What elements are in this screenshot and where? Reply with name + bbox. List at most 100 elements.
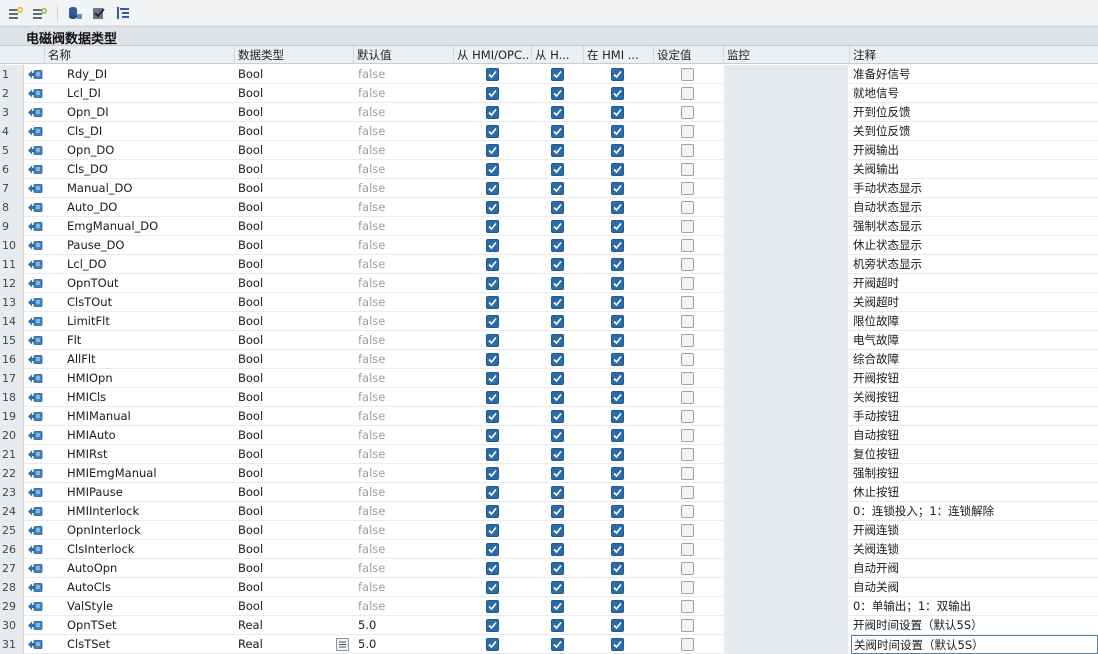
row-number[interactable]: 30 [0, 616, 24, 635]
table-row[interactable]: 2 Lcl_DI Bool false 就地信号 [0, 84, 1098, 103]
var-name[interactable]: OpnInterlock [67, 521, 232, 540]
setpoint-checkbox[interactable] [681, 141, 697, 160]
setpoint-checkbox[interactable] [681, 540, 697, 559]
hmi-h-checkbox[interactable] [551, 65, 567, 84]
hmi-h-checkbox[interactable] [551, 369, 567, 388]
in-hmi-checkbox[interactable] [611, 350, 627, 369]
row-number[interactable]: 25 [0, 521, 24, 540]
in-hmi-checkbox[interactable] [611, 236, 627, 255]
row-number[interactable]: 11 [0, 255, 24, 274]
hmi-h-checkbox[interactable] [551, 597, 567, 616]
table-row[interactable]: 8 Auto_DO Bool false 自动状态显示 [0, 198, 1098, 217]
hmi-h-checkbox[interactable] [551, 331, 567, 350]
hmi-h-checkbox[interactable] [551, 255, 567, 274]
var-datatype[interactable]: Bool [238, 160, 333, 179]
row-number[interactable]: 31 [0, 635, 24, 654]
var-default[interactable]: false [358, 502, 450, 521]
hmi-opc-checkbox[interactable] [486, 635, 502, 654]
in-hmi-checkbox[interactable] [611, 65, 627, 84]
var-comment[interactable]: 手动按钮 [851, 407, 1098, 426]
var-name[interactable]: Lcl_DO [67, 255, 232, 274]
var-comment[interactable]: 0：连锁投入；1：连锁解除 [851, 502, 1098, 521]
var-datatype[interactable]: Bool [238, 331, 333, 350]
table-row[interactable]: 12 OpnTOut Bool false 开阀超时 [0, 274, 1098, 293]
header-hmi-opc[interactable]: 从 HMI/OPC.. [454, 46, 532, 64]
hmi-h-checkbox[interactable] [551, 141, 567, 160]
var-datatype[interactable]: Bool [238, 350, 333, 369]
var-datatype[interactable]: Bool [238, 122, 333, 141]
hmi-opc-checkbox[interactable] [486, 369, 502, 388]
hmi-opc-checkbox[interactable] [486, 407, 502, 426]
var-name[interactable]: OpnTOut [67, 274, 232, 293]
hmi-opc-checkbox[interactable] [486, 464, 502, 483]
table-row[interactable]: 31 ClsTSet Real 5.0 关阀时间设置（默认5S） [0, 635, 1098, 654]
var-datatype[interactable]: Bool [238, 255, 333, 274]
hmi-h-checkbox[interactable] [551, 426, 567, 445]
hmi-h-checkbox[interactable] [551, 236, 567, 255]
table-row[interactable]: 24 HMIInterlock Bool false 0：连锁投入；1：连锁解除 [0, 502, 1098, 521]
row-number[interactable]: 16 [0, 350, 24, 369]
table-row[interactable]: 1 Rdy_DI Bool false 准备好信号 [0, 65, 1098, 84]
header-datatype[interactable]: 数据类型 [235, 46, 354, 64]
row-number[interactable]: 19 [0, 407, 24, 426]
var-name[interactable]: HMIAuto [67, 426, 232, 445]
var-default[interactable]: false [358, 350, 450, 369]
var-comment[interactable]: 就地信号 [851, 84, 1098, 103]
var-default[interactable]: false [358, 103, 450, 122]
var-default[interactable]: 5.0 [358, 635, 450, 654]
hmi-opc-checkbox[interactable] [486, 331, 502, 350]
setpoint-checkbox[interactable] [681, 464, 697, 483]
in-hmi-checkbox[interactable] [611, 331, 627, 350]
var-name[interactable]: Opn_DI [67, 103, 232, 122]
var-datatype[interactable]: Bool [238, 540, 333, 559]
hmi-opc-checkbox[interactable] [486, 312, 502, 331]
setpoint-checkbox[interactable] [681, 559, 697, 578]
var-name[interactable]: HMICls [67, 388, 232, 407]
table-row[interactable]: 14 LimitFlt Bool false 限位故障 [0, 312, 1098, 331]
var-default[interactable]: false [358, 597, 450, 616]
header-hmi-h[interactable]: 从 H... [532, 46, 584, 64]
hmi-h-checkbox[interactable] [551, 179, 567, 198]
var-default[interactable]: false [358, 122, 450, 141]
var-comment[interactable]: 强制按钮 [851, 464, 1098, 483]
hmi-h-checkbox[interactable] [551, 578, 567, 597]
table-row[interactable]: 7 Manual_DO Bool false 手动状态显示 [0, 179, 1098, 198]
hmi-h-checkbox[interactable] [551, 122, 567, 141]
var-name[interactable]: EmgManual_DO [67, 217, 232, 236]
hmi-h-checkbox[interactable] [551, 293, 567, 312]
hmi-h-checkbox[interactable] [551, 445, 567, 464]
setpoint-checkbox[interactable] [681, 597, 697, 616]
var-comment[interactable]: 关阀输出 [851, 160, 1098, 179]
header-comment[interactable]: 注释 [850, 46, 1098, 64]
var-name[interactable]: HMIInterlock [67, 502, 232, 521]
var-name[interactable]: Manual_DO [67, 179, 232, 198]
row-number[interactable]: 8 [0, 198, 24, 217]
hmi-opc-checkbox[interactable] [486, 103, 502, 122]
in-hmi-checkbox[interactable] [611, 445, 627, 464]
table-row[interactable]: 20 HMIAuto Bool false 自动按钮 [0, 426, 1098, 445]
table-row[interactable]: 5 Opn_DO Bool false 开阀输出 [0, 141, 1098, 160]
table-row[interactable]: 29 ValStyle Bool false 0：单输出；1：双输出 [0, 597, 1098, 616]
var-name[interactable]: HMIRst [67, 445, 232, 464]
var-default[interactable]: false [358, 369, 450, 388]
var-datatype[interactable]: Bool [238, 559, 333, 578]
var-datatype[interactable]: Bool [238, 445, 333, 464]
var-comment[interactable]: 自动按钮 [851, 426, 1098, 445]
in-hmi-checkbox[interactable] [611, 540, 627, 559]
hmi-opc-checkbox[interactable] [486, 521, 502, 540]
table-row[interactable]: 30 OpnTSet Real 5.0 开阀时间设置（默认5S） [0, 616, 1098, 635]
var-name[interactable]: HMIPause [67, 483, 232, 502]
var-default[interactable]: false [358, 141, 450, 160]
hmi-h-checkbox[interactable] [551, 407, 567, 426]
header-setpoint[interactable]: 设定值 [654, 46, 724, 64]
var-datatype[interactable]: Bool [238, 483, 333, 502]
add-row-icon[interactable] [30, 3, 50, 23]
hmi-opc-checkbox[interactable] [486, 426, 502, 445]
setpoint-checkbox[interactable] [681, 236, 697, 255]
hmi-h-checkbox[interactable] [551, 540, 567, 559]
var-comment[interactable]: 复位按钮 [851, 445, 1098, 464]
in-hmi-checkbox[interactable] [611, 369, 627, 388]
hmi-opc-checkbox[interactable] [486, 198, 502, 217]
var-name[interactable]: AutoOpn [67, 559, 232, 578]
var-name[interactable]: Cls_DO [67, 160, 232, 179]
